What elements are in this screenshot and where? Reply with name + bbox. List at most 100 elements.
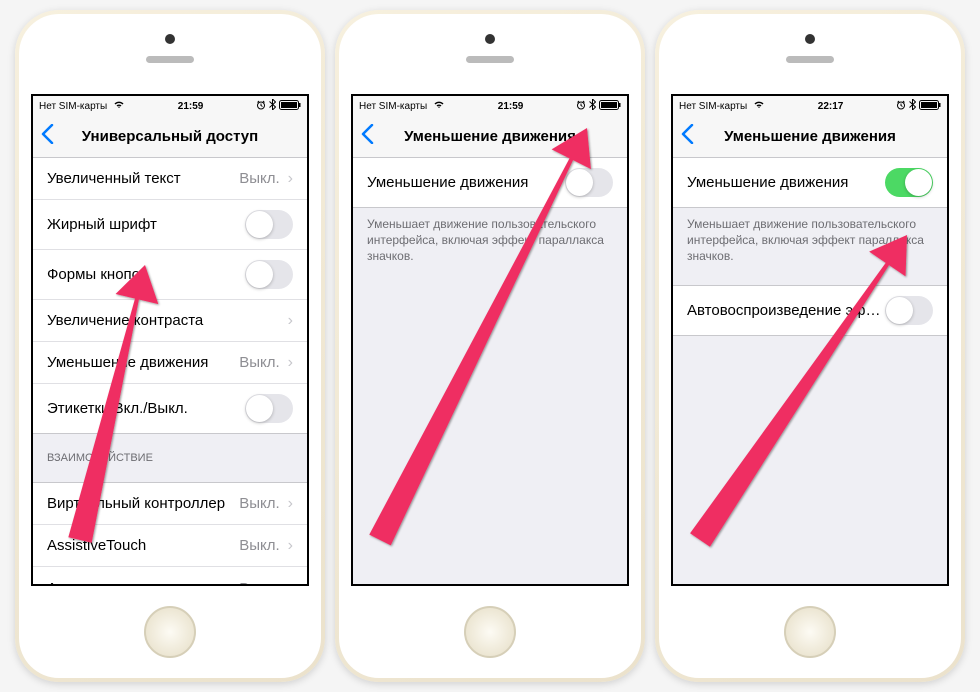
- settings-group: Уменьшение движения: [353, 158, 627, 208]
- toggle-switch[interactable]: [885, 168, 933, 197]
- settings-group: Автовоспроизведение эфф…: [673, 285, 947, 336]
- settings-cell[interactable]: Формы кнопок: [33, 250, 307, 300]
- status-bar: Нет SIM-карты 21:59: [353, 96, 627, 116]
- status-bar: Нет SIM-карты 21:59: [33, 96, 307, 116]
- wifi-icon: [433, 100, 445, 112]
- carrier-text: Нет SIM-карты: [359, 101, 427, 112]
- cell-label: Жирный шрифт: [47, 216, 245, 233]
- nav-title: Уменьшение движения: [673, 128, 947, 145]
- toggle-switch[interactable]: [245, 260, 293, 289]
- cell-label: Увеличенный текст: [47, 170, 239, 187]
- wifi-icon: [753, 100, 765, 112]
- toggle-switch[interactable]: [565, 168, 613, 197]
- toggle-knob: [905, 169, 932, 196]
- phone-inner: Нет SIM-карты22:17Уменьшение движенияУме…: [659, 14, 961, 678]
- home-button[interactable]: [144, 606, 196, 658]
- toggle-switch[interactable]: [245, 394, 293, 423]
- wifi-icon: [113, 100, 125, 112]
- status-right: [576, 99, 621, 113]
- settings-cell[interactable]: Уменьшение движенияВыкл.›: [33, 342, 307, 384]
- cell-label: Уменьшение движения: [47, 354, 239, 371]
- settings-content[interactable]: Увеличенный текстВыкл.›Жирный шрифтФормы…: [33, 158, 307, 586]
- settings-cell[interactable]: Уменьшение движения: [353, 158, 627, 207]
- alarm-icon: [256, 100, 266, 113]
- phone-inner: Нет SIM-карты21:59Уменьшение движенияУме…: [339, 14, 641, 678]
- cell-value: Выкл.: [239, 495, 279, 512]
- status-time: 22:17: [818, 101, 844, 112]
- phone-screen: Нет SIM-карты21:59Уменьшение движенияУме…: [351, 94, 629, 586]
- cell-value: Выкл.: [239, 537, 279, 554]
- nav-bar: Универсальный доступ: [33, 116, 307, 158]
- settings-cell[interactable]: Увеличение контраста›: [33, 300, 307, 342]
- chevron-right-icon: ›: [288, 495, 293, 513]
- chevron-right-icon: ›: [288, 170, 293, 188]
- cell-label: Формы кнопок: [47, 266, 245, 283]
- back-button[interactable]: [353, 124, 382, 150]
- status-left: Нет SIM-карты: [679, 100, 765, 112]
- phone-mockup: Нет SIM-карты 21:59 Универсальный доступ Ув…: [15, 10, 325, 682]
- nav-bar: Уменьшение движения: [673, 116, 947, 158]
- back-button[interactable]: [673, 124, 702, 150]
- cell-label: AssistiveTouch: [47, 537, 239, 554]
- settings-cell[interactable]: Виртуальный контроллерВыкл. ›: [33, 483, 307, 525]
- settings-group: Увеличенный текстВыкл.›Жирный шрифтФормы…: [33, 158, 307, 434]
- status-time: 21:59: [498, 101, 524, 112]
- settings-cell[interactable]: Жирный шрифт: [33, 200, 307, 250]
- bluetooth-icon: [589, 99, 596, 113]
- cell-label: Этикетки Вкл./Выкл.: [47, 400, 245, 417]
- alarm-icon: [576, 100, 586, 113]
- speaker-slot: [466, 56, 514, 63]
- settings-cell[interactable]: Адаптация касанияВыкл. ›: [33, 567, 307, 586]
- toggle-knob: [566, 169, 593, 196]
- nav-bar: Уменьшение движения: [353, 116, 627, 158]
- phone-screen: Нет SIM-карты 21:59 Универсальный доступ Ув…: [31, 94, 309, 586]
- bluetooth-icon: [909, 99, 916, 113]
- settings-content[interactable]: Уменьшение движенияУменьшает движение по…: [673, 158, 947, 336]
- status-time: 21:59: [178, 101, 204, 112]
- toggle-knob: [246, 395, 273, 422]
- home-button[interactable]: [464, 606, 516, 658]
- cell-label: Увеличение контраста: [47, 312, 284, 329]
- toggle-switch[interactable]: [245, 210, 293, 239]
- phone-top-hardware: [339, 14, 641, 94]
- back-button[interactable]: [33, 124, 62, 150]
- cell-label: Виртуальный контроллер: [47, 495, 239, 512]
- status-right: [256, 99, 301, 113]
- phone-top-hardware: [19, 14, 321, 94]
- section-header: ВЗАИМОДЕЙСТВИЕ: [33, 434, 307, 470]
- cell-label: Уменьшение движения: [367, 174, 565, 191]
- cell-label: Адаптация касания: [47, 580, 239, 587]
- cell-value: Выкл.: [239, 354, 279, 371]
- settings-cell[interactable]: Этикетки Вкл./Выкл.: [33, 384, 307, 433]
- cell-label: Автовоспроизведение эфф…: [687, 302, 885, 319]
- speaker-slot: [786, 56, 834, 63]
- status-right: [896, 99, 941, 113]
- settings-cell[interactable]: Автовоспроизведение эфф…: [673, 286, 947, 335]
- bluetooth-icon: [269, 99, 276, 113]
- phone-mockup: Нет SIM-карты21:59Уменьшение движенияУме…: [335, 10, 645, 682]
- phone-top-hardware: [659, 14, 961, 94]
- settings-group: Виртуальный контроллерВыкл.›AssistiveTou…: [33, 482, 307, 586]
- chevron-right-icon: ›: [288, 312, 293, 330]
- battery-icon: [919, 100, 941, 113]
- section-footer: Уменьшает движение пользовательского инт…: [353, 208, 627, 273]
- settings-content[interactable]: Уменьшение движения Уменьшает движение по…: [353, 158, 627, 273]
- phone-mockup: Нет SIM-карты22:17Уменьшение движенияУме…: [655, 10, 965, 682]
- battery-icon: [279, 100, 301, 113]
- toggle-knob: [886, 297, 913, 324]
- settings-cell[interactable]: AssistiveTouchВыкл. ›: [33, 525, 307, 567]
- cell-value: Выкл.: [239, 580, 279, 587]
- status-left: Нет SIM-карты: [39, 100, 125, 112]
- camera-dot: [805, 34, 815, 44]
- settings-cell[interactable]: Увеличенный текстВыкл. ›: [33, 158, 307, 200]
- chevron-right-icon: ›: [288, 537, 293, 555]
- settings-cell[interactable]: Уменьшение движения: [673, 158, 947, 207]
- status-bar: Нет SIM-карты 22:17: [673, 96, 947, 116]
- toggle-switch[interactable]: [885, 296, 933, 325]
- nav-title: Уменьшение движения: [353, 128, 627, 145]
- chevron-right-icon: ›: [288, 579, 293, 586]
- nav-title: Универсальный доступ: [33, 128, 307, 145]
- home-button[interactable]: [784, 606, 836, 658]
- cell-value: Выкл.: [239, 170, 279, 187]
- toggle-knob: [246, 261, 273, 288]
